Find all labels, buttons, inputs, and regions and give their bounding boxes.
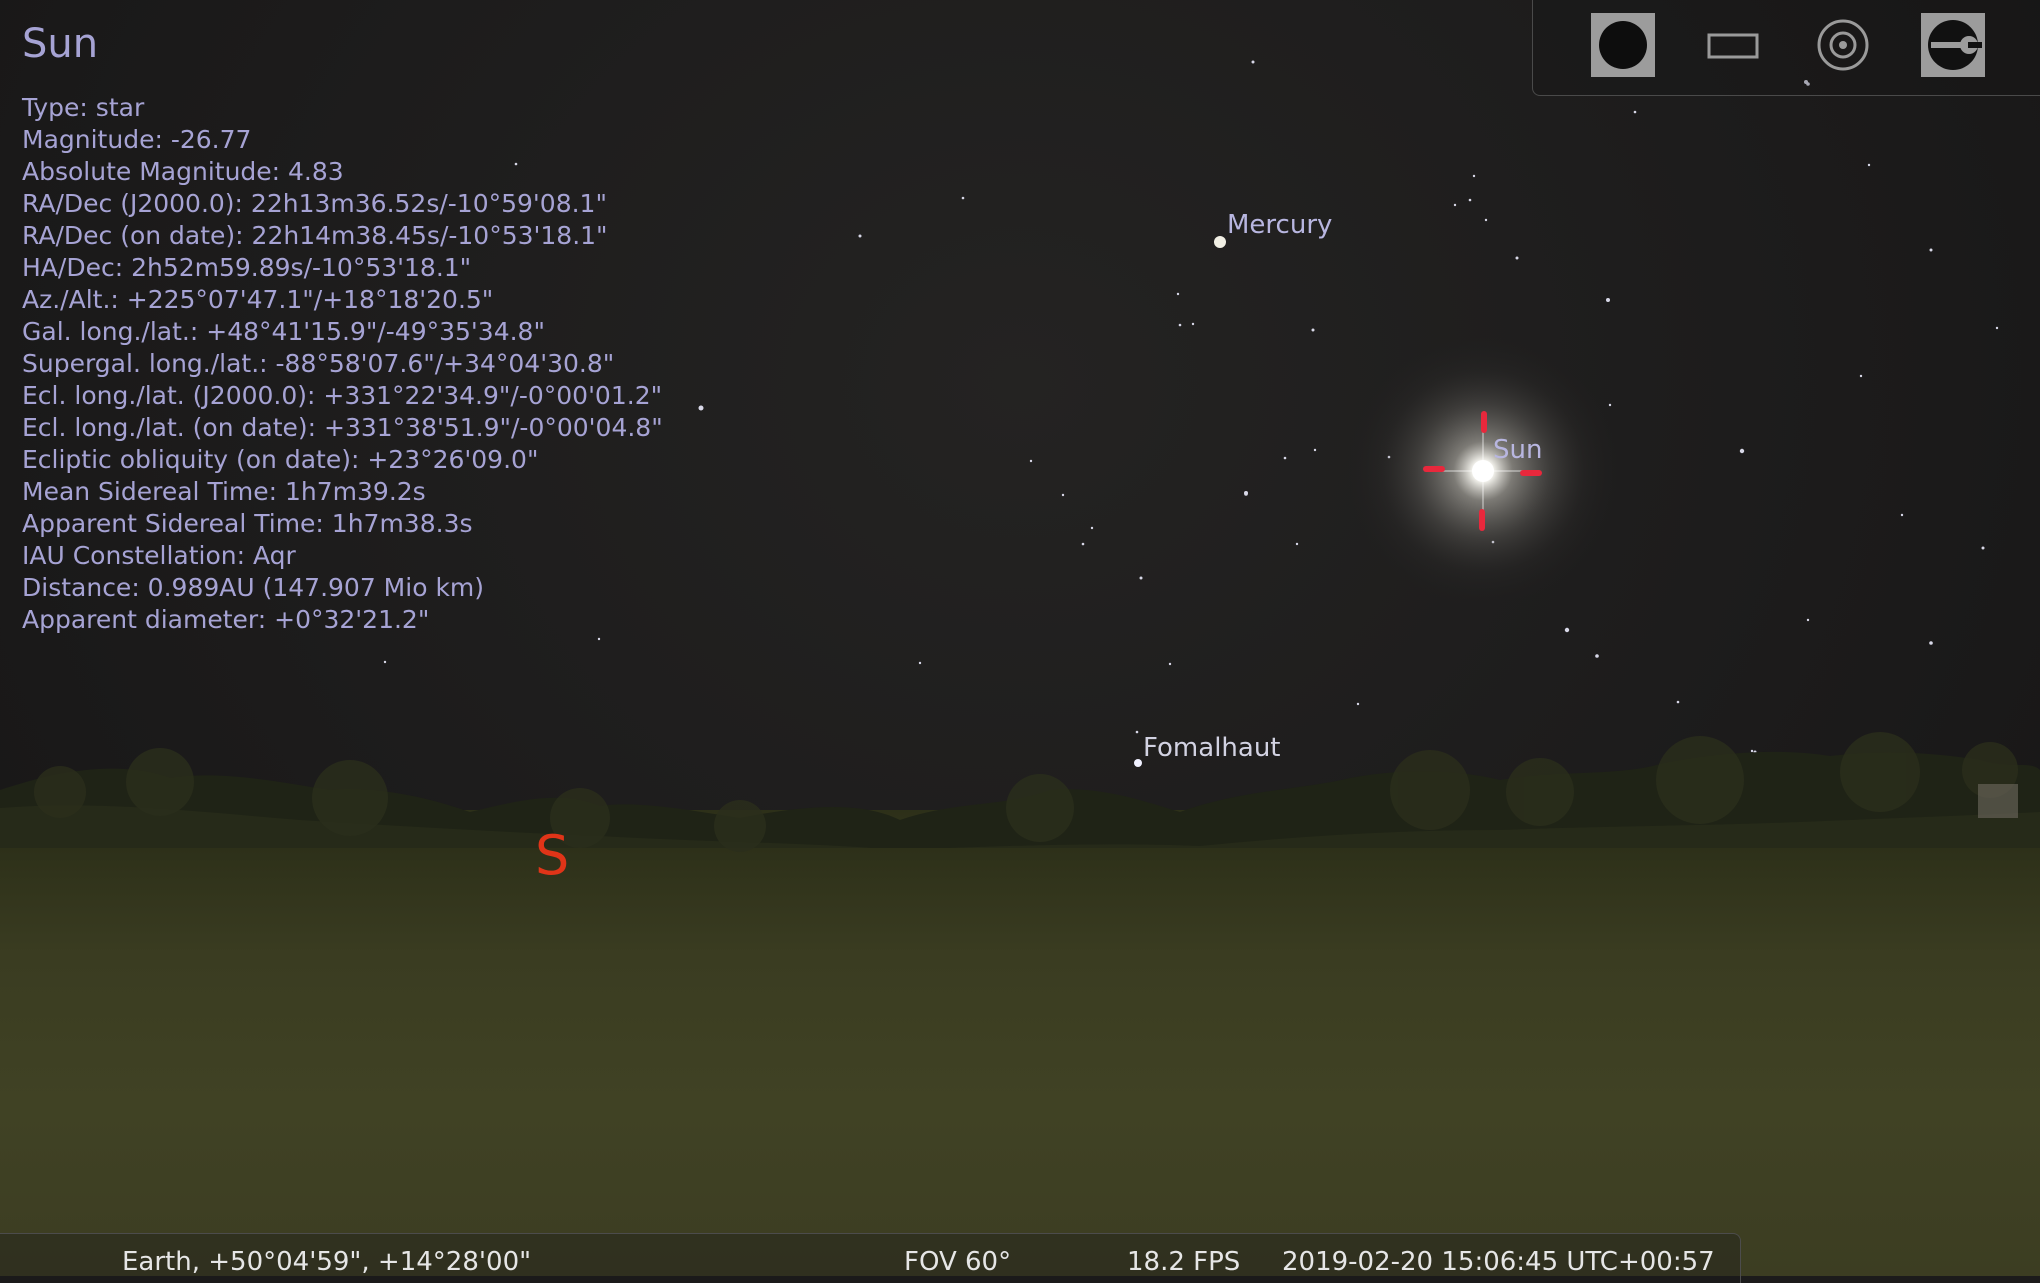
rectangle-frame-icon [1707,33,1759,59]
planet-disk-button[interactable] [1591,13,1655,77]
info-absolute-magnitude: Absolute Magnitude: 4.83 [22,157,344,186]
target-circle-icon [1817,19,1869,71]
info-ra-dec-j2000: RA/Dec (J2000.0): 22h13m36.52s/-10°59'08… [22,189,607,218]
sun-label[interactable]: Sun [1493,435,1542,465]
info-constellation: IAU Constellation: Aqr [22,541,296,570]
ocular-frame-button[interactable] [1701,13,1765,77]
fomalhaut-label[interactable]: Fomalhaut [1143,733,1281,763]
info-galactic-coords: Gal. long./lat.: +48°41'15.9"/-49°35'34.… [22,317,545,346]
top-right-toolbar [1532,0,2040,96]
planet-disk-icon [1599,21,1647,69]
info-apparent-sidereal-time: Apparent Sidereal Time: 1h7m38.3s [22,509,473,538]
configuration-button[interactable] [1921,13,1985,77]
wrench-icon [1928,20,1982,70]
field-of-view: FOV 60° [904,1247,1012,1277]
info-ra-dec-on-date: RA/Dec (on date): 22h14m38.45s/-10°53'18… [22,221,608,250]
info-apparent-diameter: Apparent diameter: +0°32'21.2" [22,605,430,634]
info-mean-sidereal-time: Mean Sidereal Time: 1h7m39.2s [22,477,426,506]
frame-rate: 18.2 FPS [1127,1247,1241,1277]
date-time[interactable]: 2019-02-20 15:06:45 UTC+00:57 [1282,1246,1715,1278]
telescope-target-button[interactable] [1811,13,1875,77]
object-info-title: Sun [22,21,99,67]
sun-glow [1348,336,1618,606]
object-info-panel: Type: star Magnitude: -26.77 Absolute Ma… [22,92,663,636]
info-ecliptic-j2000: Ecl. long./lat. (J2000.0): +331°22'34.9"… [22,381,663,410]
info-type: Type: star [22,93,145,122]
fomalhaut-object[interactable] [1134,759,1142,767]
info-ecliptic-obliquity: Ecliptic obliquity (on date): +23°26'09.… [22,445,539,474]
info-ha-dec: HA/Dec: 2h52m59.89s/-10°53'18.1" [22,253,472,282]
info-distance: Distance: 0.989AU (147.907 Mio km) [22,573,485,602]
observer-location[interactable]: Earth, +50°04'59", +14°28'00" [122,1246,531,1278]
info-magnitude: Magnitude: -26.77 [22,125,252,154]
mercury-label[interactable]: Mercury [1227,210,1332,240]
landscape-ground [0,732,2040,1276]
info-az-alt: Az./Alt.: +225°07'47.1"/+18°18'20.5" [22,285,494,314]
info-ecliptic-on-date: Ecl. long./lat. (on date): +331°38'51.9"… [22,413,663,442]
info-supergalactic-coords: Supergal. long./lat.: -88°58'07.6"/+34°0… [22,349,615,378]
mercury-object[interactable] [1214,236,1226,248]
cardinal-south-label: S [535,824,570,887]
